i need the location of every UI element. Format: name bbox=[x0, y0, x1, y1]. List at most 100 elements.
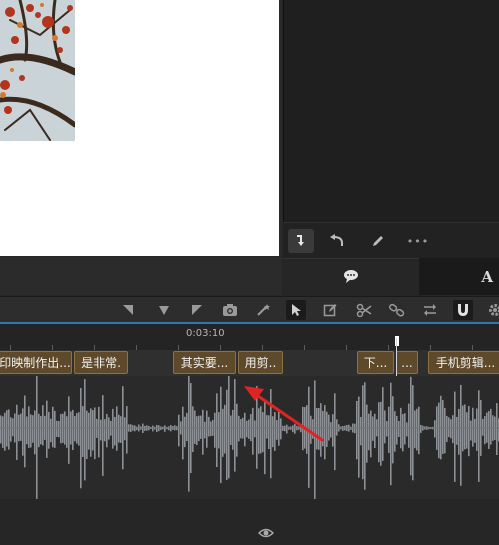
link-icon[interactable] bbox=[387, 300, 407, 320]
waveform-bar bbox=[456, 417, 458, 445]
waveform-bar bbox=[36, 376, 38, 499]
eye-icon[interactable] bbox=[258, 525, 274, 541]
waveform-bar bbox=[16, 405, 18, 460]
waveform-bar bbox=[474, 419, 476, 443]
right-panel-toolbar: ••• bbox=[283, 222, 499, 258]
waveform-bar bbox=[4, 413, 6, 451]
tab-comments[interactable] bbox=[283, 258, 419, 296]
transition-left-icon[interactable] bbox=[118, 300, 138, 320]
clip-label: 手机剪辑... bbox=[436, 356, 495, 370]
waveform-bar bbox=[92, 410, 94, 450]
tab-text[interactable]: A bbox=[420, 258, 499, 295]
waveform-bar bbox=[360, 417, 362, 445]
waveform-bar bbox=[314, 381, 316, 499]
waveform-bar bbox=[30, 414, 32, 447]
waveform-bar bbox=[68, 396, 70, 463]
undo-icon[interactable] bbox=[324, 229, 350, 253]
swap-icon[interactable] bbox=[420, 300, 440, 320]
waveform-bar bbox=[124, 417, 126, 440]
waveform-bar bbox=[266, 415, 268, 438]
waveform-bar bbox=[478, 390, 480, 482]
waveform-bar bbox=[32, 415, 34, 442]
waveform-bar bbox=[50, 419, 52, 443]
insert-icon[interactable] bbox=[288, 229, 314, 253]
waveform-bar bbox=[114, 417, 116, 445]
waveform-bar bbox=[468, 406, 470, 456]
waveform-bar bbox=[358, 397, 360, 478]
waveform-bar bbox=[258, 408, 260, 453]
waveform-bar bbox=[434, 420, 436, 437]
waveform-bar bbox=[72, 410, 74, 450]
waveform-bar bbox=[184, 417, 186, 447]
waveform-bar bbox=[406, 422, 408, 436]
waveform-bar bbox=[402, 414, 404, 451]
waveform-bar bbox=[236, 404, 238, 457]
clip-label: 印映制作出... bbox=[0, 356, 71, 370]
clip-label: ... bbox=[401, 356, 412, 370]
waveform-bar bbox=[48, 412, 50, 449]
waveform-bar bbox=[372, 417, 374, 441]
audio-track[interactable] bbox=[0, 376, 499, 499]
magnet-icon[interactable] bbox=[453, 300, 473, 320]
waveform-bar bbox=[390, 383, 392, 486]
waveform-bar bbox=[224, 405, 226, 454]
subtitle-track: 印映制作出... 是非常. 其实要... 用剪.. 下... ... 手机剪辑.… bbox=[0, 350, 499, 376]
waveform-bar bbox=[186, 413, 188, 441]
waveform-bar bbox=[26, 416, 28, 444]
speech-bubble-icon bbox=[343, 268, 359, 287]
edit-icon[interactable] bbox=[320, 300, 340, 320]
waveform-bar bbox=[396, 416, 398, 445]
waveform-bar bbox=[28, 406, 30, 448]
time-ruler[interactable]: 0:03:10 bbox=[0, 324, 499, 350]
waveform-bar bbox=[34, 410, 36, 454]
waveform-bar bbox=[46, 401, 48, 458]
waveform-bar bbox=[330, 422, 332, 437]
waveform-bar bbox=[88, 413, 90, 450]
preview-canvas[interactable] bbox=[0, 0, 279, 256]
waveform-bar bbox=[254, 420, 256, 437]
more-icon[interactable]: ••• bbox=[405, 229, 431, 253]
waveform-bar bbox=[374, 414, 376, 448]
waveform-bar bbox=[228, 376, 230, 478]
waveform-bar bbox=[394, 411, 396, 451]
subtitle-clip[interactable]: 下... bbox=[357, 351, 394, 374]
waveform-bar bbox=[334, 393, 336, 470]
razor-icon[interactable] bbox=[354, 300, 374, 320]
waveform-bar bbox=[302, 407, 304, 450]
waveform-bar bbox=[364, 382, 366, 489]
subtitle-clip[interactable]: 印映制作出... bbox=[0, 351, 72, 374]
waveform-bar bbox=[380, 402, 382, 466]
subtitle-clip[interactable]: 手机剪辑... bbox=[428, 351, 499, 374]
waveform-bar bbox=[420, 425, 422, 433]
subtitle-clip[interactable]: 用剪.. bbox=[238, 351, 283, 374]
marker-down-icon[interactable] bbox=[154, 300, 174, 320]
subtitle-clip[interactable]: 是非常. bbox=[74, 351, 128, 374]
waveform-bar bbox=[24, 395, 26, 467]
subtitle-clip[interactable]: 其实要... bbox=[173, 351, 236, 374]
waveform-bar bbox=[58, 421, 60, 437]
waveform-bar bbox=[218, 412, 220, 448]
waveform-bar bbox=[332, 414, 334, 446]
waveform-bar bbox=[264, 400, 266, 474]
waveform-bar bbox=[488, 411, 490, 449]
waveform-bar bbox=[324, 405, 326, 459]
waveform-bar bbox=[452, 415, 454, 443]
waveform-bar bbox=[482, 419, 484, 436]
waveform-bar bbox=[260, 406, 262, 453]
pen-icon[interactable] bbox=[365, 229, 391, 253]
waveform-bar bbox=[292, 425, 294, 432]
waveform-bar bbox=[38, 414, 40, 447]
gear-icon[interactable] bbox=[485, 300, 499, 320]
transition-right-icon[interactable] bbox=[187, 300, 207, 320]
magic-wand-icon[interactable] bbox=[253, 300, 273, 320]
subtitle-clip[interactable]: ... bbox=[396, 351, 418, 374]
waveform-bar bbox=[378, 402, 380, 462]
waveform-bar bbox=[248, 420, 250, 439]
select-tool-icon[interactable] bbox=[286, 300, 306, 320]
waveform-bar bbox=[404, 413, 406, 444]
waveform-bar bbox=[118, 415, 120, 443]
waveform-bar bbox=[240, 419, 242, 438]
snapshot-icon[interactable] bbox=[220, 300, 240, 320]
waveform-bar bbox=[416, 409, 418, 451]
waveform-bar bbox=[116, 406, 118, 450]
